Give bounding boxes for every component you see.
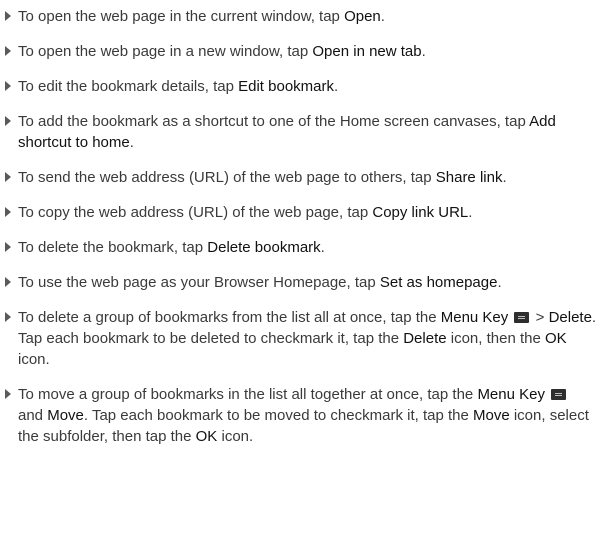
- item-emphasis: Set as homepage: [379, 274, 498, 291]
- item-text: To add the bookmark as a shortcut to one…: [18, 113, 530, 130]
- ok-icon-label: OK: [195, 428, 218, 445]
- item-emphasis: Share link: [435, 169, 503, 186]
- delete-icon-label: Delete: [403, 330, 447, 347]
- item-emphasis: Edit bookmark: [238, 78, 334, 95]
- item-text: To open the web page in the current wind…: [18, 8, 345, 25]
- list-item: To add the bookmark as a shortcut to one…: [0, 111, 597, 153]
- bullet-arrow-icon: [5, 242, 11, 252]
- item-text-end: .: [502, 169, 507, 186]
- item-text-end: .: [421, 43, 426, 60]
- item-text-end: icon.: [18, 351, 50, 368]
- item-text-end: .: [468, 204, 473, 221]
- bookmark-options-list: To open the web page in the current wind…: [0, 6, 597, 447]
- item-text-end: .: [129, 134, 134, 151]
- item-text: icon, then the: [446, 330, 545, 347]
- bullet-arrow-icon: [5, 207, 11, 217]
- item-text: To edit the bookmark details, tap: [18, 78, 239, 95]
- list-item: To send the web address (URL) of the web…: [0, 167, 597, 188]
- item-text-end: icon.: [217, 428, 254, 445]
- item-text-end: .: [334, 78, 339, 95]
- list-item: To use the web page as your Browser Home…: [0, 272, 597, 293]
- bullet-arrow-icon: [5, 116, 11, 126]
- menu-key-label: Menu Key: [440, 309, 509, 326]
- list-item: To edit the bookmark details, tap Edit b…: [0, 76, 597, 97]
- item-text: and: [18, 407, 48, 424]
- item-text: To copy the web address (URL) of the web…: [18, 204, 373, 221]
- item-emphasis: Open: [344, 8, 381, 25]
- delete-option-label: Delete: [548, 309, 592, 326]
- bullet-arrow-icon: [5, 172, 11, 182]
- list-item-move-group: To move a group of bookmarks in the list…: [0, 384, 597, 447]
- item-emphasis: Open in new tab: [312, 43, 422, 60]
- item-text: To delete the bookmark, tap: [18, 239, 208, 256]
- move-option-label: Move: [47, 407, 84, 424]
- list-item: To copy the web address (URL) of the web…: [0, 202, 597, 223]
- list-item: To open the web page in a new window, ta…: [0, 41, 597, 62]
- item-text: To delete a group of bookmarks from the …: [18, 309, 441, 326]
- list-item-delete-group: To delete a group of bookmarks from the …: [0, 307, 597, 370]
- menu-key-icon: [551, 389, 567, 400]
- item-text: To open the web page in a new window, ta…: [18, 43, 313, 60]
- item-text: To send the web address (URL) of the web…: [18, 169, 436, 186]
- item-text: . Tap each bookmark to be moved to check…: [83, 407, 473, 424]
- ok-icon-label: OK: [544, 330, 567, 347]
- list-item: To open the web page in the current wind…: [0, 6, 597, 27]
- bullet-arrow-icon: [5, 81, 11, 91]
- document-page: To open the web page in the current wind…: [0, 0, 611, 535]
- move-icon-label: Move: [472, 407, 510, 424]
- item-text-end: .: [380, 8, 385, 25]
- bullet-arrow-icon: [5, 312, 11, 322]
- menu-key-label: Menu Key: [477, 386, 545, 403]
- bullet-arrow-icon: [5, 46, 11, 56]
- item-emphasis: Copy link URL: [372, 204, 469, 221]
- list-item: To delete the bookmark, tap Delete bookm…: [0, 237, 597, 258]
- menu-key-icon: [514, 312, 530, 323]
- item-emphasis: Delete bookmark: [207, 239, 321, 256]
- item-text: To move a group of bookmarks in the list…: [18, 386, 478, 403]
- bullet-arrow-icon: [5, 11, 11, 21]
- item-text-end: .: [497, 274, 502, 291]
- item-text-end: .: [320, 239, 325, 256]
- item-text: >: [531, 309, 549, 326]
- item-text: To use the web page as your Browser Home…: [18, 274, 380, 291]
- bullet-arrow-icon: [5, 277, 11, 287]
- bullet-arrow-icon: [5, 389, 11, 399]
